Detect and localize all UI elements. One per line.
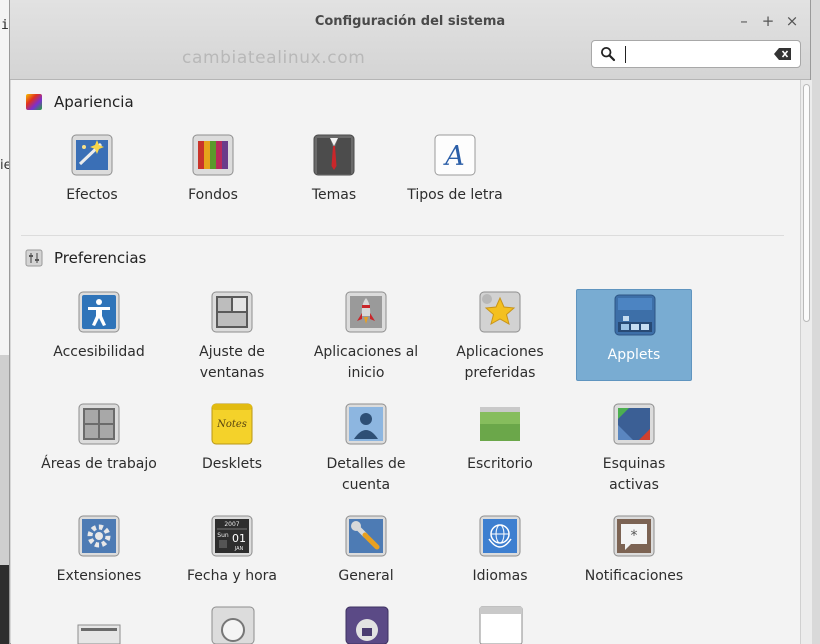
section-divider — [21, 235, 784, 236]
item-label: Temas — [311, 187, 357, 203]
scrollbar[interactable] — [800, 80, 812, 644]
item-label: Detalles de cuenta — [326, 456, 406, 493]
settings-item-general[interactable]: General — [308, 511, 424, 603]
settings-item-date-time[interactable]: 2007 Sun 01 JAN Fecha y hora — [174, 511, 290, 603]
desktop-icon — [480, 407, 520, 441]
settings-item-languages[interactable]: Idiomas — [442, 511, 558, 603]
settings-item-notifications[interactable]: * Notificaciones — [576, 511, 692, 603]
partial-item-icon — [211, 606, 255, 644]
settings-item-accessibility[interactable]: Accesibilidad — [41, 287, 157, 379]
preferred-apps-icon — [479, 291, 521, 333]
partial-item-icon — [479, 606, 523, 644]
settings-item-fonts[interactable]: A Tipos de letra — [397, 130, 513, 222]
settings-content: Apariencia Efectos Fondos Temas A Tipos … — [11, 80, 801, 644]
item-label: General — [338, 568, 394, 584]
settings-item-effects[interactable]: Efectos — [34, 130, 150, 222]
section-header-preferences: Preferencias — [25, 247, 146, 269]
general-icon — [345, 515, 387, 557]
section-title: Preferencias — [54, 249, 147, 267]
accessibility-icon — [78, 291, 120, 333]
section-title: Apariencia — [54, 93, 134, 111]
account-details-icon — [345, 403, 387, 445]
settings-item-desktop[interactable]: Escritorio — [442, 399, 558, 491]
applets-icon — [614, 294, 656, 336]
terminal-text-fragment: i — [1, 18, 9, 33]
calendar-year: 2007 — [224, 521, 239, 528]
calendar-month: JAN — [234, 546, 244, 552]
partial-item-icon — [345, 606, 389, 644]
item-label: Escritorio — [467, 456, 533, 472]
item-label: Extensiones — [56, 568, 142, 584]
date-time-icon: 2007 Sun 01 JAN — [211, 515, 253, 557]
partial-item-icon — [77, 624, 121, 644]
startup-apps-icon — [345, 291, 387, 333]
backgrounds-icon — [192, 134, 234, 176]
settings-item-hot-corners[interactable]: Esquinas activas — [576, 399, 692, 493]
settings-item-workspaces[interactable]: Áreas de trabajo — [41, 399, 157, 491]
section-header-appearance: Apariencia — [25, 91, 134, 113]
scrollbar-thumb[interactable] — [803, 84, 810, 322]
settings-item-extensions[interactable]: Extensiones — [41, 511, 157, 603]
themes-icon — [313, 134, 355, 176]
settings-item-startup-apps[interactable]: Aplicaciones al inicio — [308, 287, 424, 381]
effects-icon — [71, 134, 113, 176]
clear-search-icon[interactable] — [774, 47, 792, 61]
svg-text:Notes: Notes — [216, 419, 247, 430]
workspaces-icon — [78, 403, 120, 445]
item-label: Aplicaciones al inicio — [313, 344, 419, 381]
search-input[interactable] — [591, 40, 801, 68]
watermark-text: cambiatealinux.com — [182, 48, 366, 68]
desklets-icon: Notes — [211, 403, 253, 445]
settings-item-account-details[interactable]: Detalles de cuenta — [308, 399, 424, 493]
minimize-button[interactable]: – — [735, 12, 753, 30]
item-label: Tipos de letra — [407, 187, 503, 203]
calendar-day: 01 — [232, 532, 246, 545]
settings-item-desklets[interactable]: Notes Desklets — [174, 399, 290, 491]
calendar-weekday: Sun — [217, 532, 229, 539]
item-label: Áreas de trabajo — [41, 456, 157, 472]
notifications-icon: * — [613, 515, 655, 557]
system-settings-window: Configuración del sistema – + × cambiate… — [9, 0, 812, 644]
window-title: Configuración del sistema — [314, 14, 506, 29]
extensions-icon — [78, 515, 120, 557]
hot-corners-icon — [613, 403, 655, 445]
settings-item-applets[interactable]: Applets — [576, 289, 692, 381]
settings-item-themes[interactable]: Temas — [276, 130, 392, 222]
item-label: Desklets — [201, 456, 263, 472]
search-icon — [600, 46, 616, 62]
item-label: Applets — [607, 347, 661, 363]
item-label: Esquinas activas — [602, 456, 666, 493]
languages-icon — [479, 515, 521, 557]
item-label: Notificaciones — [584, 568, 684, 584]
window-tiling-icon — [211, 291, 253, 333]
settings-item-preferred-apps[interactable]: Aplicaciones preferidas — [442, 287, 558, 381]
svg-text:*: * — [631, 528, 638, 544]
item-label: Efectos — [66, 187, 118, 203]
item-label: Accesibilidad — [53, 344, 145, 360]
text-caret — [625, 46, 626, 63]
preferences-icon — [25, 249, 43, 267]
maximize-button[interactable]: + — [759, 12, 777, 30]
item-label: Fondos — [188, 187, 238, 203]
close-button[interactable]: × — [783, 12, 801, 30]
item-label: Fecha y hora — [186, 568, 277, 584]
settings-item-window-tiling[interactable]: Ajuste de ventanas — [174, 287, 290, 381]
item-label: Ajuste de ventanas — [199, 344, 265, 381]
item-label: Idiomas — [472, 568, 528, 584]
settings-item-backgrounds[interactable]: Fondos — [155, 130, 271, 222]
item-label: Aplicaciones preferidas — [456, 344, 544, 381]
svg-text:A: A — [442, 141, 465, 172]
title-bar[interactable]: Configuración del sistema – + × cambiate… — [10, 0, 810, 80]
appearance-icon — [26, 94, 42, 110]
fonts-icon: A — [434, 134, 476, 176]
